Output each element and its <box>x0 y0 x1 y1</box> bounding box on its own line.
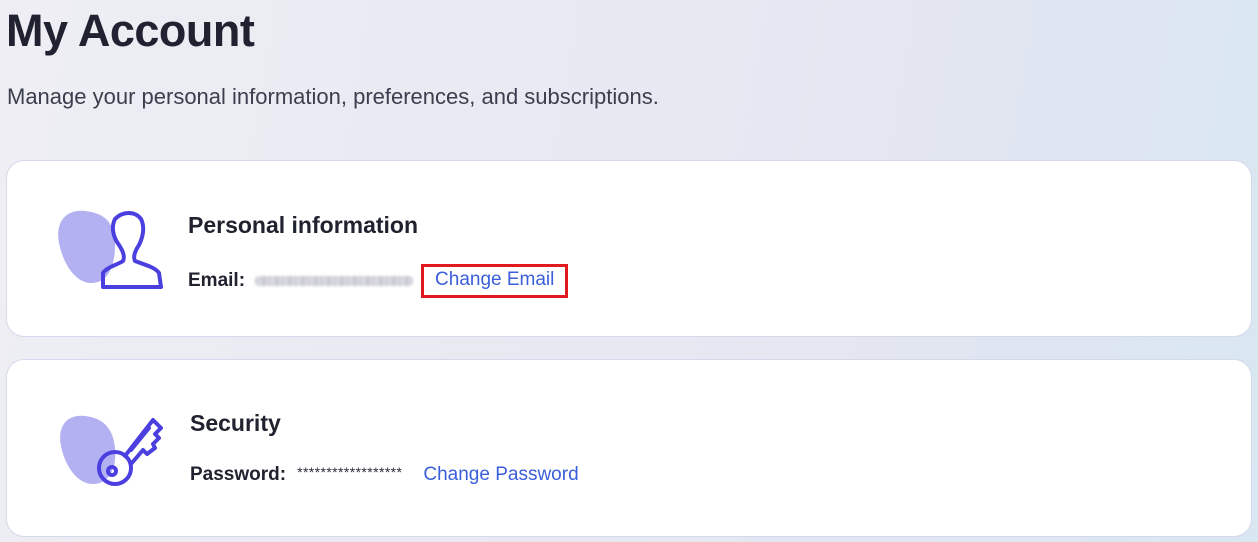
password-value-masked: ****************** <box>297 464 403 480</box>
password-row: Password: ****************** Change Pass… <box>190 463 579 487</box>
page-title: My Account <box>6 5 255 56</box>
email-row: Email: Change Email <box>188 264 569 298</box>
change-email-link[interactable]: Change Email <box>421 264 569 298</box>
page-subtitle: Manage your personal information, prefer… <box>7 84 659 109</box>
email-label: Email: <box>188 270 246 291</box>
personal-information-title: Personal information <box>188 212 419 238</box>
email-value-redacted <box>255 276 414 286</box>
security-title: Security <box>190 410 281 436</box>
personal-information-card: Personal information Email: Change Email <box>6 160 1252 337</box>
security-card: Security Password: ****************** Ch… <box>6 359 1252 537</box>
change-password-link[interactable]: Change Password <box>423 463 578 487</box>
user-icon <box>55 205 165 295</box>
key-icon <box>55 406 165 496</box>
password-label: Password: <box>190 464 287 485</box>
